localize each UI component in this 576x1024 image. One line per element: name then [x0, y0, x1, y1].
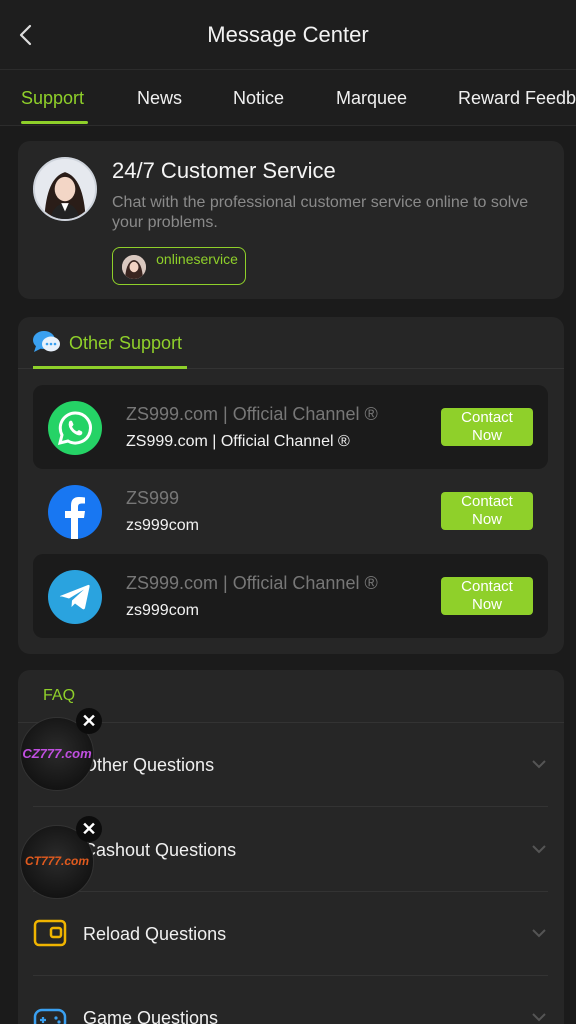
online-service-label: onlineservice: [156, 251, 238, 267]
channel-handle: ZS999.com | Official Channel ®: [126, 433, 350, 450]
close-ad-button[interactable]: ✕: [76, 816, 102, 842]
channel-whatsapp: ZS999.com | Official Channel ® ZS999.com…: [33, 385, 548, 469]
faq-title: FAQ: [43, 687, 76, 704]
close-ad-button[interactable]: ✕: [76, 708, 102, 734]
chevron-down-icon: [532, 760, 546, 769]
wallet-icon: [33, 919, 67, 947]
chat-bubbles-icon: [33, 331, 60, 352]
other-support-card: Other Support ZS999.com | Official Chann…: [18, 317, 564, 654]
channel-name: ZS999.com | Official Channel ®: [126, 404, 378, 424]
agent-avatar: [33, 157, 97, 221]
customer-service-description: Chat with the professional customer serv…: [112, 194, 529, 231]
channel-name: ZS999.com | Official Channel ®: [126, 573, 378, 593]
channel-handle: zs999com: [126, 602, 199, 619]
contact-now-button[interactable]: Contact Now: [441, 408, 533, 446]
faq-item-game-questions[interactable]: Game Questions: [33, 976, 548, 1024]
customer-service-title: 24/7 Customer Service: [112, 158, 336, 183]
channel-telegram: ZS999.com | Official Channel ® zs999com …: [33, 554, 548, 638]
channel-handle: zs999com: [126, 517, 199, 534]
ad-brand-label: CT777.com: [24, 854, 90, 868]
contact-now-button[interactable]: Contact Now: [441, 492, 533, 530]
header-bar: Message Center: [0, 0, 576, 70]
faq-item-label: Cashout Questions: [83, 840, 237, 860]
tab-bar: Support News Notice Marquee Reward Feedb: [0, 70, 576, 126]
channel-name: ZS999: [126, 488, 180, 508]
channel-facebook: ZS999 zs999com Contact Now: [33, 469, 548, 553]
tab-marquee[interactable]: Marquee: [336, 88, 407, 109]
contact-now-button[interactable]: Contact Now: [441, 577, 533, 615]
telegram-icon: [48, 570, 102, 624]
online-service-button[interactable]: onlineservice: [112, 247, 246, 285]
facebook-icon: [48, 485, 102, 539]
faq-item-other-questions[interactable]: Other Questions: [33, 723, 548, 807]
tab-notice[interactable]: Notice: [233, 88, 284, 109]
faq-item-label: Other Questions: [83, 755, 215, 775]
chevron-down-icon: [532, 1013, 546, 1022]
tab-reward-feedback[interactable]: Reward Feedb: [458, 88, 576, 109]
ad-brand-label: CZ777.com: [22, 746, 92, 761]
tab-news[interactable]: News: [137, 88, 182, 109]
chevron-down-icon: [532, 929, 546, 938]
whatsapp-icon: [48, 401, 102, 455]
faq-item-label: Game Questions: [83, 1008, 219, 1024]
faq-item-cashout-questions[interactable]: Cashout Questions: [33, 808, 548, 892]
tab-support[interactable]: Support: [21, 88, 84, 109]
customer-service-card: 24/7 Customer Service Chat with the prof…: [18, 141, 564, 299]
other-support-underline: [33, 366, 187, 369]
page-title: Message Center: [207, 22, 369, 47]
faq-item-reload-questions[interactable]: Reload Questions: [33, 892, 548, 976]
other-support-header: Other Support: [18, 317, 564, 369]
other-support-title: Other Support: [69, 333, 183, 353]
online-service-avatar: [122, 255, 146, 279]
faq-item-label: Reload Questions: [83, 924, 227, 944]
active-tab-indicator: [21, 121, 88, 124]
chevron-down-icon: [532, 845, 546, 854]
gamepad-icon: [33, 1008, 67, 1024]
